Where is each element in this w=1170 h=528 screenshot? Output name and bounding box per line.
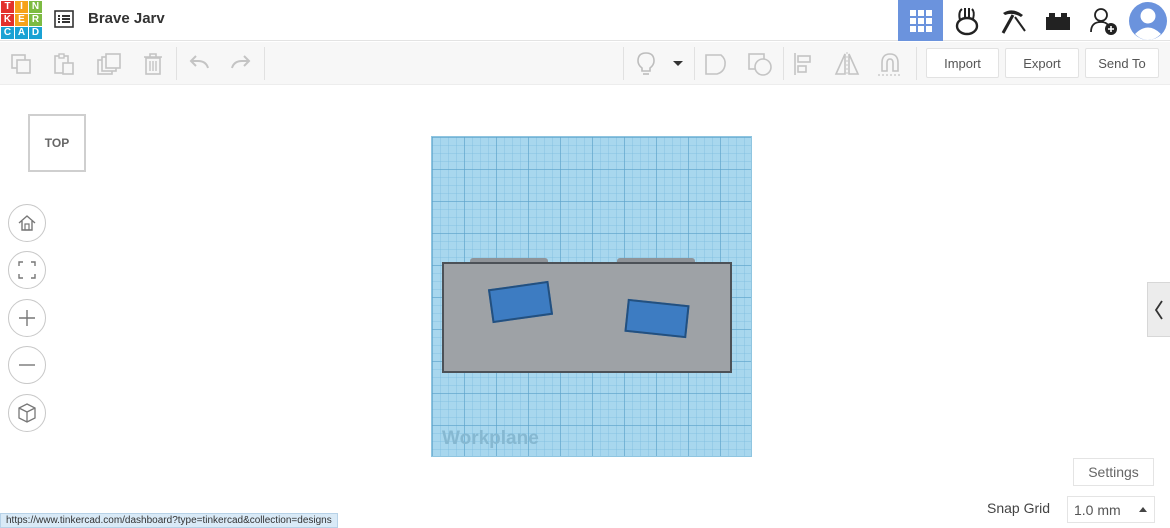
minus-icon <box>19 364 35 366</box>
group-button[interactable] <box>702 50 730 78</box>
undo-button[interactable] <box>185 50 213 78</box>
toolbar-divider <box>916 47 917 80</box>
invite-user-button[interactable] <box>1081 0 1126 41</box>
toolbar-divider <box>694 47 695 80</box>
3d-design-button[interactable] <box>898 0 943 41</box>
cube-icon <box>18 403 36 423</box>
circuits-button[interactable] <box>944 0 989 41</box>
send-to-button[interactable]: Send To <box>1085 48 1159 78</box>
ungroup-icon <box>748 53 772 76</box>
codeblocks-button[interactable] <box>990 0 1035 41</box>
caret-down-icon <box>673 61 683 66</box>
gray-box-shape[interactable] <box>442 262 732 373</box>
trash-icon <box>144 53 162 75</box>
logo-letter: N <box>29 1 42 13</box>
design-title[interactable]: Brave Jarv <box>88 10 165 27</box>
perspective-toggle-button[interactable] <box>8 394 46 432</box>
design-list-icon[interactable] <box>53 8 75 30</box>
logo-letter: R <box>29 14 42 26</box>
workplane-label: Workplane <box>442 428 539 449</box>
design-viewport[interactable]: TOP Workplane Settings Snap Grid 1.0 mm <box>0 86 1170 528</box>
logo-letter: K <box>1 14 14 26</box>
view-cube-label: TOP <box>44 136 70 150</box>
lightbulb-icon <box>637 52 655 75</box>
logo-letter: A <box>15 27 28 39</box>
mirror-icon <box>834 52 860 76</box>
tinkercad-logo[interactable]: T I N K E R C A D <box>0 0 42 39</box>
light-button[interactable] <box>632 50 660 78</box>
group-icon <box>705 54 726 75</box>
magnet-icon <box>878 53 902 76</box>
minecraft-pickaxe-icon <box>1001 9 1026 34</box>
logo-letter: C <box>1 27 14 39</box>
export-button[interactable]: Export <box>1005 48 1079 78</box>
delete-button[interactable] <box>139 50 167 78</box>
home-icon <box>18 215 36 231</box>
avatar-button[interactable] <box>1126 0 1170 41</box>
lego-bricks-button[interactable] <box>1035 0 1080 41</box>
tinkercad-editor: T I N K E R C A D Brave Jarv Import Expo… <box>0 0 1170 528</box>
top-header: T I N K E R C A D Brave Jarv <box>0 0 1170 41</box>
snap-grid-value: 1.0 mm <box>1074 501 1121 518</box>
toolbar-divider <box>264 47 265 80</box>
logo-letter: T <box>1 1 14 13</box>
3d-design-icon <box>909 9 932 32</box>
chevron-left-icon <box>1154 300 1163 319</box>
toolbar-divider <box>623 47 624 80</box>
edit-toolbar: Import Export Send To <box>0 42 1170 85</box>
duplicate-button[interactable] <box>95 50 123 78</box>
settings-button[interactable]: Settings <box>1073 458 1154 486</box>
plus-icon <box>19 310 35 326</box>
align-icon <box>794 53 811 75</box>
shapes-panel-toggle[interactable] <box>1147 282 1170 337</box>
lego-brick-icon <box>1045 12 1070 30</box>
avatar <box>1129 1 1167 40</box>
import-button[interactable]: Import <box>926 48 999 78</box>
copy-button[interactable] <box>7 50 35 78</box>
logo-letter: D <box>29 27 42 39</box>
circuits-icon <box>955 7 978 35</box>
snap-grid-select[interactable]: 1.0 mm <box>1067 496 1155 523</box>
copy-icon <box>11 54 31 74</box>
logo-letter: E <box>15 14 28 26</box>
fit-view-icon <box>18 261 36 279</box>
toolbar-divider <box>176 47 177 80</box>
paste-icon <box>54 53 74 75</box>
redo-button[interactable] <box>227 50 255 78</box>
paste-button[interactable] <box>50 50 78 78</box>
zoom-in-button[interactable] <box>8 299 46 337</box>
add-user-icon <box>1089 7 1117 35</box>
status-bar-url: https://www.tinkercad.com/dashboard?type… <box>0 513 338 528</box>
home-view-button[interactable] <box>8 204 46 242</box>
blue-box-shape-right[interactable] <box>624 298 690 339</box>
ungroup-button[interactable] <box>746 50 774 78</box>
toolbar-divider <box>783 47 784 80</box>
view-cube[interactable]: TOP <box>28 114 86 172</box>
light-dropdown[interactable] <box>666 50 690 78</box>
align-button[interactable] <box>790 50 818 78</box>
cruise-button[interactable] <box>876 50 904 78</box>
logo-letter: I <box>15 1 28 13</box>
redo-icon <box>231 55 251 69</box>
fit-view-button[interactable] <box>8 251 46 289</box>
zoom-out-button[interactable] <box>8 346 46 384</box>
mirror-button[interactable] <box>833 50 861 78</box>
undo-icon <box>189 55 209 69</box>
caret-up-icon <box>1139 507 1147 512</box>
duplicate-icon <box>97 53 121 75</box>
snap-grid-label: Snap Grid <box>987 500 1051 516</box>
